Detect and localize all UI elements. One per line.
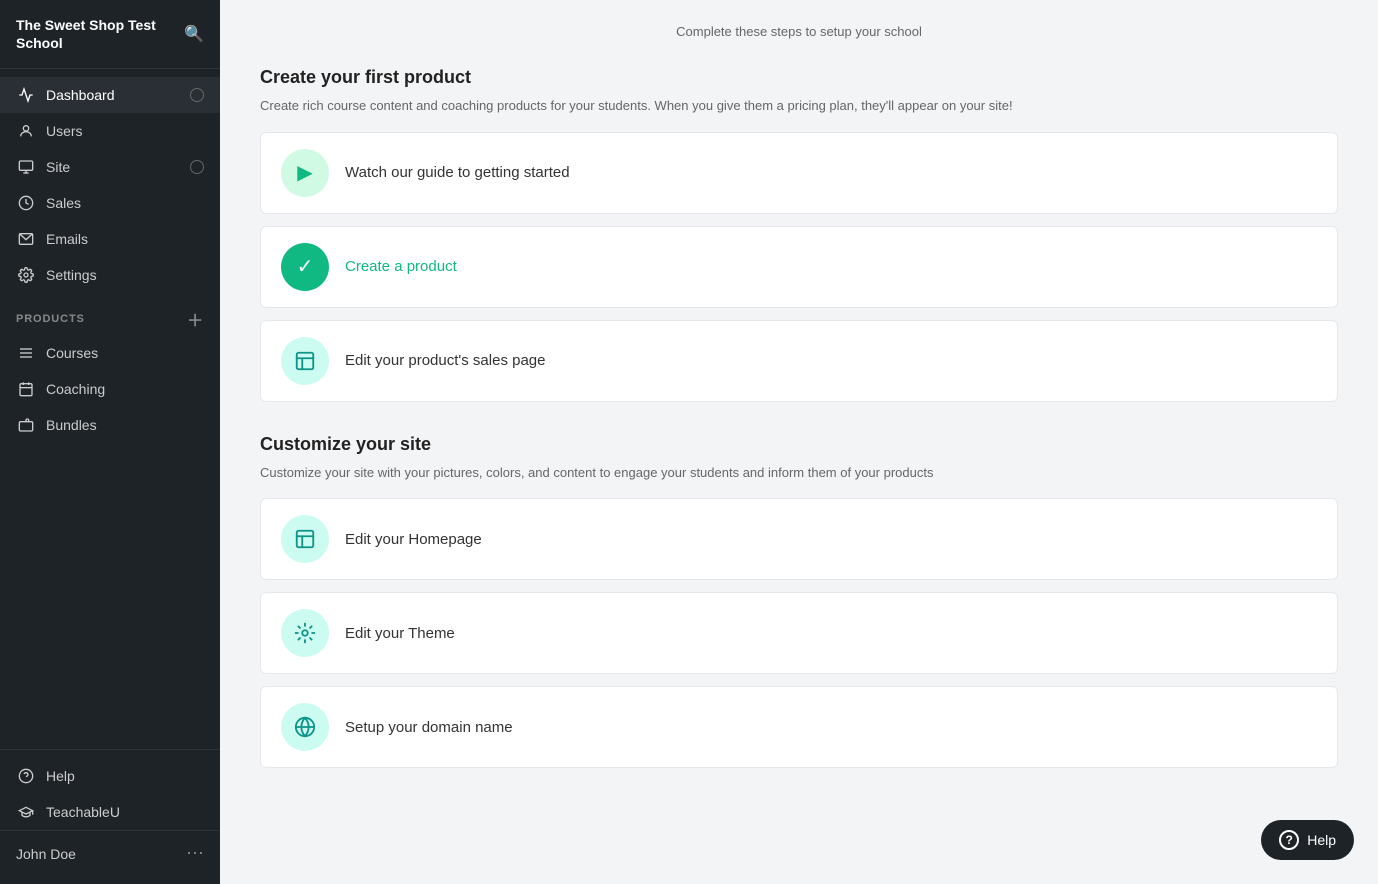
site-icon [16,159,36,175]
create-product-icon: ✓ [281,243,329,291]
sidebar-item-users[interactable]: Users [0,113,220,149]
create-product-label: Create a product [345,258,457,275]
edit-theme-label: Edit your Theme [345,625,455,642]
sidebar-item-dashboard[interactable]: Dashboard [0,77,220,113]
settings-icon [16,267,36,283]
sidebar-label-courses: Courses [46,345,98,361]
footer-label-help: Help [46,768,75,784]
help-fab[interactable]: ? Help [1261,820,1354,860]
courses-icon [16,345,36,361]
sidebar-item-site[interactable]: Site [0,149,220,185]
sales-icon [16,195,36,211]
sidebar-item-courses[interactable]: Courses [0,335,220,371]
help-fab-icon: ? [1279,830,1299,850]
users-icon [16,123,36,139]
teachableu-icon [16,804,36,820]
page-subtitle: Complete these steps to setup your schoo… [260,24,1338,39]
sidebar-label-site: Site [46,159,70,175]
watch-guide-card[interactable]: ▶ Watch our guide to getting started [260,132,1338,214]
user-name: John Doe [16,846,186,862]
first-product-desc: Create rich course content and coaching … [260,96,1338,116]
watch-guide-label: Watch our guide to getting started [345,164,570,181]
first-product-section: Create your first product Create rich co… [260,67,1338,402]
user-menu[interactable]: John Doe ⋯ [0,830,220,876]
setup-domain-label: Setup your domain name [345,719,513,736]
edit-sales-page-card[interactable]: Edit your product's sales page [260,320,1338,402]
sidebar-item-emails[interactable]: Emails [0,221,220,257]
watch-guide-icon: ▶ [281,149,329,197]
main-content: Complete these steps to setup your schoo… [220,0,1378,884]
dashboard-icon [16,87,36,103]
sidebar-item-sales[interactable]: Sales [0,185,220,221]
edit-sales-page-icon [281,337,329,385]
edit-theme-icon [281,609,329,657]
user-menu-dots[interactable]: ⋯ [186,843,204,864]
setup-domain-icon [281,703,329,751]
sidebar-header: The Sweet Shop Test School 🔍 [0,0,220,69]
sidebar-nav: Dashboard Users Site Sales Emails Settin… [0,69,220,749]
footer-label-teachableu: TeachableU [46,804,120,820]
first-product-title: Create your first product [260,67,1338,88]
sidebar-footer: Help TeachableU John Doe ⋯ [0,749,220,884]
sidebar-item-settings[interactable]: Settings [0,257,220,293]
edit-sales-page-label: Edit your product's sales page [345,352,545,369]
sidebar-label-settings: Settings [46,267,97,283]
sidebar-label-users: Users [46,123,83,139]
customize-site-title: Customize your site [260,434,1338,455]
edit-homepage-card[interactable]: Edit your Homepage [260,498,1338,580]
edit-theme-card[interactable]: Edit your Theme [260,592,1338,674]
edit-homepage-icon [281,515,329,563]
sidebar-item-bundles[interactable]: Bundles [0,407,220,443]
footer-item-help[interactable]: Help [0,758,220,794]
sidebar-label-dashboard: Dashboard [46,87,115,103]
add-product-icon[interactable]: ＋ [187,307,204,331]
coaching-icon [16,381,36,397]
edit-homepage-label: Edit your Homepage [345,531,482,548]
bundles-icon [16,417,36,433]
sidebar-label-coaching: Coaching [46,381,105,397]
sidebar-label-bundles: Bundles [46,417,97,433]
sidebar-label-sales: Sales [46,195,81,211]
school-name: The Sweet Shop Test School [16,16,184,52]
nav-circle [190,160,204,174]
nav-circle [190,88,204,102]
help-icon [16,768,36,784]
setup-domain-card[interactable]: Setup your domain name [260,686,1338,768]
customize-site-desc: Customize your site with your pictures, … [260,463,1338,483]
emails-icon [16,231,36,247]
sidebar-item-coaching[interactable]: Coaching [0,371,220,407]
sidebar: The Sweet Shop Test School 🔍 Dashboard U… [0,0,220,884]
customize-site-section: Customize your site Customize your site … [260,434,1338,769]
sidebar-label-emails: Emails [46,231,88,247]
products-section-label: PRODUCTS ＋ [0,293,220,335]
search-icon[interactable]: 🔍 [184,24,204,44]
help-fab-label: Help [1307,832,1336,848]
create-product-card[interactable]: ✓ Create a product [260,226,1338,308]
footer-item-teachableu[interactable]: TeachableU [0,794,220,830]
